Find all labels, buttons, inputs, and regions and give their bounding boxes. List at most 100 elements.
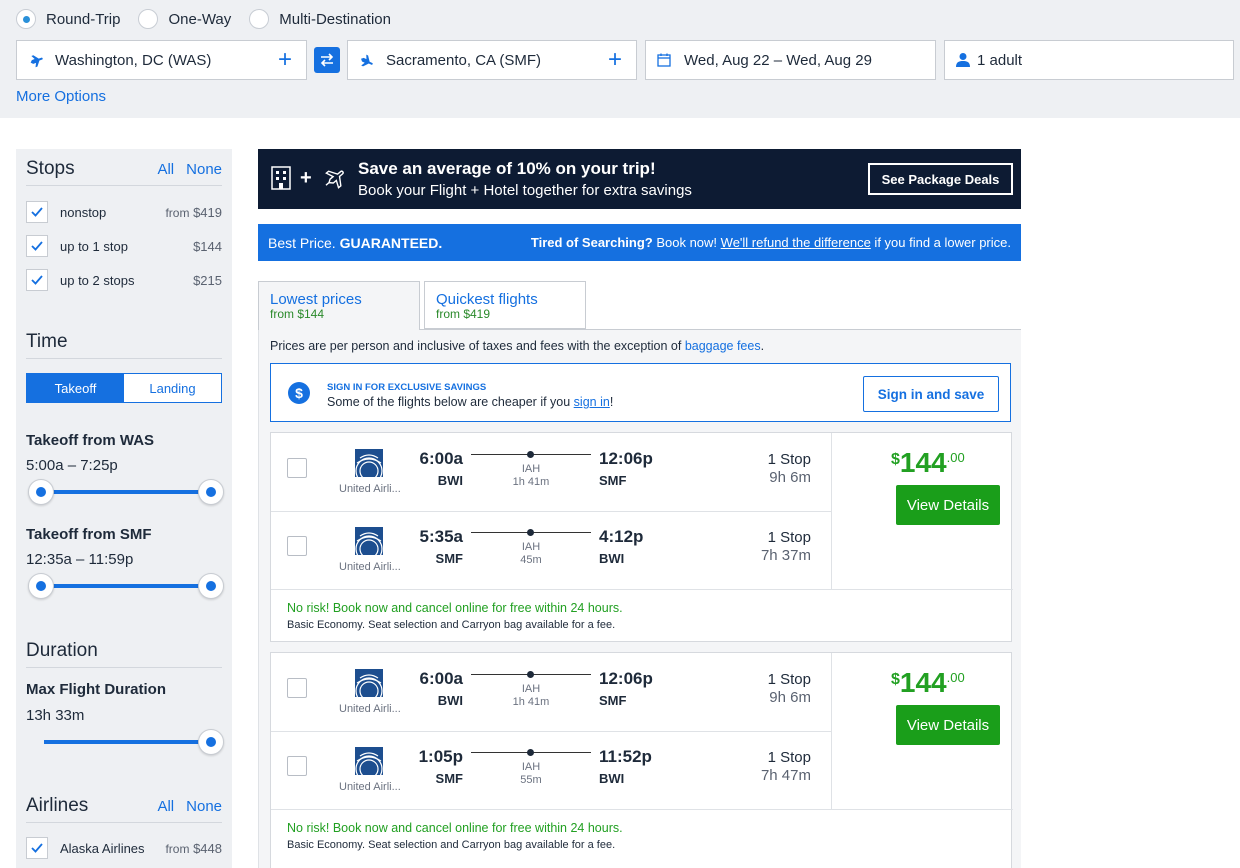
- view-details-button[interactable]: View Details: [896, 705, 1000, 745]
- slider-track: [40, 584, 212, 588]
- date-field[interactable]: Wed, Aug 22 – Wed, Aug 29: [645, 40, 936, 80]
- depart-airport: BWI: [437, 473, 463, 488]
- stops-all-link[interactable]: All: [157, 161, 174, 178]
- toggle-landing[interactable]: Landing: [124, 374, 221, 402]
- tab-lowest-prices[interactable]: Lowest prices from $144: [258, 281, 420, 330]
- signin-savings-box: $ SIGN IN FOR EXCLUSIVE SAVINGS Some of …: [270, 363, 1011, 422]
- cancel-note: No risk! Book now and cancel online for …: [287, 821, 623, 835]
- arrive-time: 12:06p: [599, 449, 653, 468]
- stops-option-label: nonstop: [60, 204, 107, 220]
- trip-type-multi-destination[interactable]: Multi-Destination: [249, 9, 391, 29]
- airline-option-alaska[interactable]: Alaska Airlines from $448: [26, 836, 222, 860]
- depart-time: 6:00a: [419, 449, 463, 468]
- total-duration: 9h 6m: [769, 689, 811, 706]
- trip-type-round-trip[interactable]: Round-Trip: [16, 9, 120, 29]
- add-destination-icon[interactable]: +: [608, 48, 622, 72]
- flight-result-card: United Airli... 6:00a BWI IAH 1h 41m 12:…: [270, 652, 1013, 868]
- swap-cities-button[interactable]: [314, 47, 340, 73]
- time-title: Time: [26, 331, 68, 352]
- tab-label: Lowest prices: [270, 291, 362, 308]
- arrive-airport: SMF: [599, 473, 627, 488]
- radio-multi-destination[interactable]: [249, 9, 270, 29]
- layover-dot: [527, 749, 534, 756]
- stops-option-2-stops[interactable]: up to 2 stops $215: [26, 268, 222, 292]
- slider-max-handle[interactable]: [198, 573, 224, 599]
- signin-text: Some of the flights below are cheaper if…: [327, 395, 614, 409]
- stops-option-nonstop[interactable]: nonstop from $419: [26, 200, 222, 224]
- depart-time: 6:00a: [419, 669, 463, 688]
- plane-arrival-icon: [358, 52, 374, 68]
- max-duration-slider[interactable]: [44, 729, 224, 755]
- slider-max-handle[interactable]: [198, 479, 224, 505]
- divider: [271, 589, 1013, 590]
- takeoff-was-slider[interactable]: [28, 479, 224, 505]
- airlines-none-link[interactable]: None: [186, 798, 222, 815]
- travelers-field[interactable]: 1 adult: [944, 40, 1234, 80]
- divider: [831, 433, 832, 589]
- trip-type-label: Multi-Destination: [279, 10, 391, 28]
- depart-airport: BWI: [437, 693, 463, 708]
- trip-type-label: One-Way: [168, 10, 232, 28]
- flight-leg-outbound[interactable]: United Airli... 6:00a BWI IAH 1h 41m 12:…: [271, 653, 831, 731]
- destination-field[interactable]: Sacramento, CA (SMF) +: [347, 40, 637, 80]
- slider-min-handle[interactable]: [28, 573, 54, 599]
- leg-checkbox[interactable]: [287, 536, 307, 556]
- trip-type-one-way[interactable]: One-Way: [138, 9, 231, 29]
- radio-round-trip[interactable]: [16, 9, 36, 29]
- divider: [26, 667, 222, 668]
- united-airlines-logo-icon: [355, 669, 383, 705]
- origin-value: Washington, DC (WAS): [55, 51, 212, 69]
- slider-min-handle[interactable]: [28, 479, 54, 505]
- radio-one-way[interactable]: [138, 9, 159, 29]
- divider: [831, 653, 832, 809]
- refund-difference-link[interactable]: We'll refund the difference: [721, 235, 871, 250]
- stops-option-1-stop[interactable]: up to 1 stop $144: [26, 234, 222, 258]
- fare-note: Basic Economy. Seat selection and Carryo…: [287, 839, 616, 851]
- slider-max-handle[interactable]: [198, 729, 224, 755]
- layover-duration: 1h 41m: [512, 476, 550, 488]
- destination-value: Sacramento, CA (SMF): [386, 51, 542, 69]
- checkbox[interactable]: [26, 201, 48, 223]
- airlines-select-links: All None: [157, 798, 222, 815]
- tab-sub: from $419: [436, 307, 491, 321]
- plus-icon: +: [300, 166, 312, 189]
- price-cents: .00: [946, 450, 965, 465]
- airline-name: United Airli...: [339, 703, 401, 715]
- checkmark-icon: [31, 843, 43, 853]
- more-options-link[interactable]: More Options: [16, 88, 106, 105]
- leg-checkbox[interactable]: [287, 458, 307, 478]
- checkbox[interactable]: [26, 837, 48, 859]
- origin-field[interactable]: Washington, DC (WAS) +: [16, 40, 307, 80]
- checkbox[interactable]: [26, 235, 48, 257]
- stops-none-link[interactable]: None: [186, 161, 222, 178]
- stops-option-price: $144: [193, 238, 222, 254]
- airlines-all-link[interactable]: All: [157, 798, 174, 815]
- baggage-fees-link[interactable]: baggage fees: [685, 339, 761, 353]
- see-package-deals-button[interactable]: See Package Deals: [868, 163, 1013, 195]
- cancel-note: No risk! Book now and cancel online for …: [287, 601, 623, 615]
- sign-in-link[interactable]: sign in: [574, 395, 610, 409]
- checkbox[interactable]: [26, 269, 48, 291]
- leg-checkbox[interactable]: [287, 678, 307, 698]
- takeoff-smf-slider[interactable]: [28, 573, 224, 599]
- price: $ 144 .00: [891, 668, 965, 698]
- takeoff-smf-label: Takeoff from SMF: [26, 526, 152, 543]
- view-details-button[interactable]: View Details: [896, 485, 1000, 525]
- promo-subline: Book your Flight + Hotel together for ex…: [358, 182, 692, 199]
- leg-checkbox[interactable]: [287, 756, 307, 776]
- travelers-value: 1 adult: [977, 51, 1023, 69]
- flight-leg-return[interactable]: United Airli... 5:35a SMF IAH 45m 4:12p …: [271, 511, 831, 589]
- flight-leg-outbound[interactable]: United Airli... 6:00a BWI IAH 1h 41m 12:…: [271, 433, 831, 511]
- price-currency: $: [891, 671, 900, 688]
- trip-type-group: Round-Trip One-Way Multi-Destination: [16, 9, 409, 29]
- flight-leg-return[interactable]: United Airli... 1:05p SMF IAH 55m 11:52p…: [271, 731, 831, 809]
- add-origin-icon[interactable]: +: [278, 48, 292, 72]
- slider-track: [40, 490, 212, 494]
- toggle-takeoff[interactable]: Takeoff: [27, 374, 124, 402]
- layover-duration: 45m: [520, 554, 542, 566]
- layover-duration: 1h 41m: [512, 696, 550, 708]
- layover-duration: 55m: [520, 774, 542, 786]
- sign-in-and-save-button[interactable]: Sign in and save: [863, 376, 999, 412]
- airline-option-label: Alaska Airlines: [60, 840, 145, 856]
- tab-quickest-flights[interactable]: Quickest flights from $419: [424, 281, 586, 329]
